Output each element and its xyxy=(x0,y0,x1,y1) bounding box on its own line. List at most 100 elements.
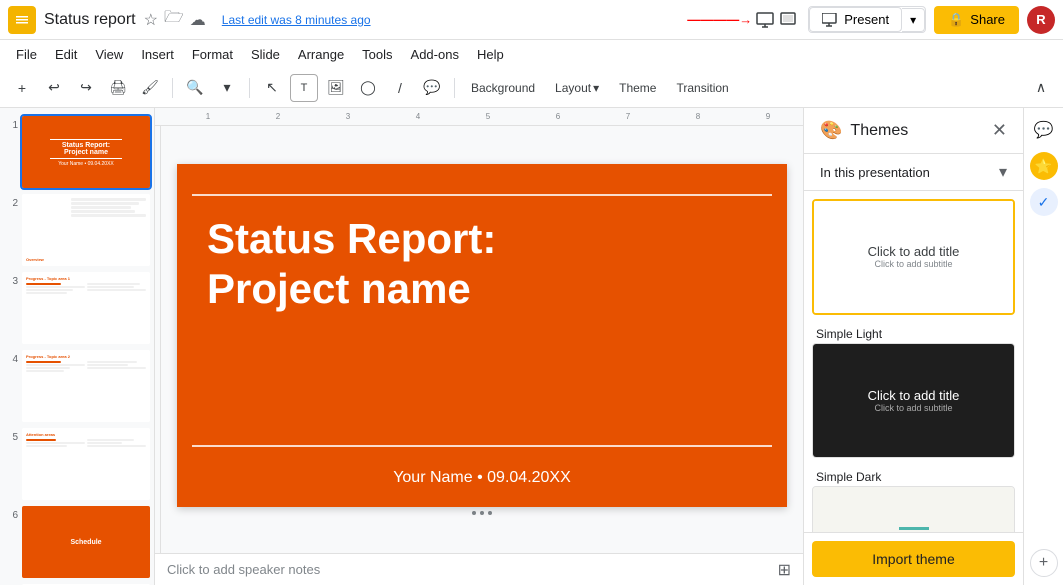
menu-arrange[interactable]: Arrange xyxy=(290,45,352,64)
toolbar-comment-btn[interactable]: 💬 xyxy=(418,74,446,102)
last-edit[interactable]: Last edit was 8 minutes ago xyxy=(222,13,371,27)
slide-thumb-6[interactable]: 6 Schedule xyxy=(4,506,150,578)
themes-dropdown[interactable]: In this presentation ▾ xyxy=(804,154,1023,191)
slide-line-top xyxy=(192,194,772,196)
present-button[interactable]: Present xyxy=(809,7,902,32)
menu-help[interactable]: Help xyxy=(469,45,512,64)
ruler-horizontal: 1 2 3 4 5 6 7 8 9 xyxy=(155,108,803,126)
doc-title: Status report xyxy=(44,11,136,29)
toolbar-cursor-btn[interactable]: ↖ xyxy=(258,74,286,102)
top-bar: Status report ☆ 🗁 ☁ Last edit was 8 minu… xyxy=(0,0,1063,40)
star-icon[interactable]: ☆ xyxy=(144,10,158,30)
toolbar-sep3 xyxy=(454,78,455,98)
slide-line-bottom xyxy=(192,445,772,447)
ruler-marks: 1 2 3 4 5 6 7 8 9 xyxy=(173,112,803,121)
theme-preview-light: Click to add title Click to add subtitle xyxy=(814,201,1013,313)
menu-slide[interactable]: Slide xyxy=(243,45,288,64)
toolbar-sep2 xyxy=(249,78,250,98)
toolbar-undo-btn[interactable]: ↩ xyxy=(40,74,68,102)
slide-thumb-5[interactable]: 5 Attention areas xyxy=(4,428,150,500)
toolbar-sep1 xyxy=(172,78,173,98)
toolbar-theme-btn[interactable]: Theme xyxy=(611,77,664,99)
toolbar-image-btn[interactable]: 🖼 xyxy=(322,74,350,102)
toolbar-print-btn[interactable]: 🖨 xyxy=(104,74,132,102)
user-avatar[interactable]: R xyxy=(1027,6,1055,34)
slide-thumb-2[interactable]: 2 Overview xyxy=(4,194,150,266)
toolbar-background-btn[interactable]: Background xyxy=(463,77,543,99)
theme-card-simple-dark[interactable]: Click to add title Click to add subtitle xyxy=(812,343,1015,458)
present-dropdown-button[interactable]: ▾ xyxy=(902,8,925,32)
toolbar-zoom-btn[interactable]: 🔍 xyxy=(181,74,209,102)
speaker-notes-placeholder[interactable]: Click to add speaker notes xyxy=(167,562,320,577)
slide-main-inner: Status Report: Project name Your Name • … xyxy=(177,164,787,515)
themes-close-button[interactable]: ✕ xyxy=(992,120,1007,141)
canvas-area: 1 2 3 4 5 6 7 8 9 Sta xyxy=(155,108,803,585)
toolbar-zoom-dropdown[interactable]: ▾ xyxy=(213,74,241,102)
themes-title: Themes xyxy=(850,122,983,140)
theme-name-simple-light: Simple Light xyxy=(812,323,1015,343)
slide-thumb-1[interactable]: 1 Status Report:Project name Your Name •… xyxy=(4,116,150,188)
slide-num-4: 4 xyxy=(4,350,18,365)
arrow-indicator: ————→ xyxy=(687,12,800,28)
notes-expand-icon[interactable]: ⊞ xyxy=(778,560,791,580)
toolbar-textbox-btn[interactable]: T xyxy=(290,74,318,102)
toolbar-line-btn[interactable]: / xyxy=(386,74,414,102)
themes-panel: 🎨 Themes ✕ In this presentation ▾ Click … xyxy=(803,108,1023,585)
add-action-btn[interactable]: + xyxy=(1030,549,1058,577)
themes-palette-icon: 🎨 xyxy=(820,120,842,141)
toolbar-shapes-btn[interactable]: ◯ xyxy=(354,74,382,102)
present-label: Present xyxy=(844,12,889,27)
theme-card-streamline[interactable]: Click to add title Click to add subtitle xyxy=(812,486,1015,532)
present-monitor-icon xyxy=(822,13,838,27)
toolbar-add-btn[interactable]: + xyxy=(8,74,36,102)
themes-header: 🎨 Themes ✕ xyxy=(804,108,1023,154)
check-action-btn[interactable]: ✓ xyxy=(1030,188,1058,216)
slide-title-area: Status Report: Project name xyxy=(207,214,757,315)
slide-img-6: Schedule xyxy=(22,506,150,578)
toolbar-transition-btn[interactable]: Transition xyxy=(668,77,736,99)
slide-img-4: Progress - Topic area 2 xyxy=(22,350,150,422)
import-theme-button[interactable]: Import theme xyxy=(812,541,1015,577)
main-slide[interactable]: Status Report: Project name Your Name • … xyxy=(177,164,787,507)
cloud-icon[interactable]: ☁ xyxy=(190,10,206,30)
lock-icon: 🔒 xyxy=(948,12,964,28)
folder-icon[interactable]: 🗁 xyxy=(164,6,184,33)
toolbar-redo-btn[interactable]: ↪ xyxy=(72,74,100,102)
themes-list: Click to add title Click to add subtitle… xyxy=(804,191,1023,532)
toolbar-collapse-btn[interactable]: ∧ xyxy=(1027,74,1055,102)
menu-format[interactable]: Format xyxy=(184,45,241,64)
present-group: Present ▾ xyxy=(808,6,926,33)
menu-addons[interactable]: Add-ons xyxy=(403,45,467,64)
toolbar-layout-btn[interactable]: Layout ▾ xyxy=(547,77,607,99)
theme-light-subtitle: Click to add subtitle xyxy=(874,259,952,269)
slide-num-1: 1 xyxy=(4,116,18,131)
themes-footer: Import theme xyxy=(804,532,1023,585)
menu-bar: File Edit View Insert Format Slide Arran… xyxy=(0,40,1063,68)
slide-footer: Your Name • 09.04.20XX xyxy=(177,469,787,487)
theme-card-simple-light[interactable]: Click to add title Click to add subtitle xyxy=(812,199,1015,315)
slide-main: Status Report: Project name Your Name • … xyxy=(161,126,803,553)
toolbar-paintformat-btn[interactable]: 🖌 xyxy=(136,74,164,102)
menu-file[interactable]: File xyxy=(8,45,45,64)
share-button[interactable]: 🔒 Share xyxy=(934,6,1019,34)
menu-edit[interactable]: Edit xyxy=(47,45,85,64)
menu-view[interactable]: View xyxy=(87,45,131,64)
menu-tools[interactable]: Tools xyxy=(354,45,400,64)
menu-insert[interactable]: Insert xyxy=(133,45,182,64)
streamline-accent xyxy=(899,527,929,530)
speaker-notes: Click to add speaker notes ⊞ xyxy=(155,553,803,585)
theme-light-title: Click to add title xyxy=(868,244,960,259)
star-action-btn[interactable]: ⭐ xyxy=(1030,152,1058,180)
slide-thumb-3[interactable]: 3 Progress - Topic area 1 xyxy=(4,272,150,344)
slide-panel: 1 Status Report:Project name Your Name •… xyxy=(0,108,155,585)
slide-thumb-4[interactable]: 4 Progress - Topic area 2 xyxy=(4,350,150,422)
themes-dropdown-label: In this presentation xyxy=(820,165,930,180)
comment-action-btn[interactable]: 💬 xyxy=(1030,116,1058,144)
title-icons: ☆ 🗁 ☁ xyxy=(144,6,206,33)
layout-dropdown-icon: ▾ xyxy=(593,81,599,95)
page-dots xyxy=(177,511,787,515)
slide-title-line1: Status Report: Project name xyxy=(207,214,757,315)
slide-img-2: Overview xyxy=(22,194,150,266)
themes-dropdown-chevron: ▾ xyxy=(999,162,1007,182)
right-actions-panel: 💬 ⭐ ✓ + xyxy=(1023,108,1063,585)
